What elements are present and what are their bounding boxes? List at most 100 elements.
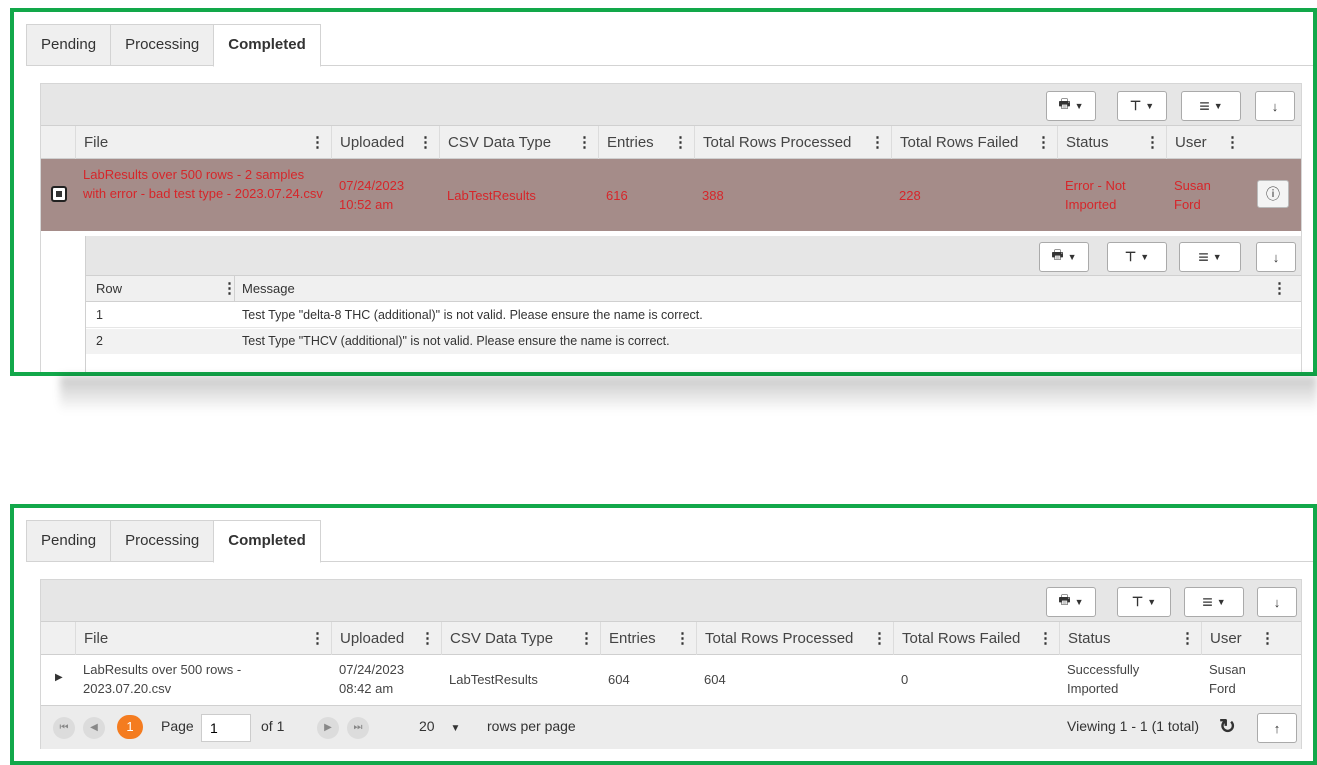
tab-pending[interactable]: Pending	[26, 520, 111, 562]
col-header-total-failed[interactable]: Total Rows Failed ⋮	[891, 126, 1057, 159]
col-header-total-failed[interactable]: Total Rows Failed ⋮	[893, 622, 1059, 655]
col-header-uploaded[interactable]: Uploaded ⋮	[331, 126, 439, 159]
column-menu-icon[interactable]: ⋮	[310, 622, 325, 655]
tab-processing[interactable]: Processing	[110, 520, 214, 562]
column-menu-icon[interactable]: ⋮	[1225, 126, 1240, 159]
col-header-entries[interactable]: Entries ⋮	[600, 622, 696, 655]
table-row[interactable]: ▶ LabResults over 500 rows - 2023.07.20.…	[41, 655, 1301, 705]
filter-button[interactable]: ⊤ ▼	[1117, 587, 1171, 617]
col-header-total-processed[interactable]: Total Rows Processed ⋮	[694, 126, 891, 159]
page-size-select[interactable]: 20 ▼	[419, 718, 460, 734]
columns-menu-icon: ≡	[1198, 246, 1209, 267]
sub-print-button[interactable]: 🖶 ▼	[1039, 242, 1089, 272]
column-header-row: File ⋮ Uploaded ⋮ CSV Data Type ⋮ Entries ⋮ …	[41, 622, 1301, 655]
column-menu-icon[interactable]: ⋮	[1036, 126, 1051, 159]
col-header-user[interactable]: User ⋮	[1166, 126, 1246, 159]
completed-panel-expanded: Pending Processing Completed 🖶 ▼ ⊤ ▼ ≡ ▼ ↓ …	[10, 8, 1317, 376]
col-header-entries[interactable]: Entries ⋮	[598, 126, 694, 159]
column-menu-icon[interactable]: ⋮	[577, 126, 592, 159]
col-header-uploaded[interactable]: Uploaded ⋮	[331, 622, 441, 655]
sub-columns-menu-button[interactable]: ≡ ▼	[1179, 242, 1241, 272]
error-message: Test Type "delta-8 THC (additional)" is …	[242, 308, 703, 322]
tab-completed[interactable]: Completed	[213, 520, 321, 563]
columns-menu-button[interactable]: ≡ ▼	[1181, 91, 1241, 121]
upload-button[interactable]: ↑	[1257, 713, 1297, 743]
col-header-total-processed[interactable]: Total Rows Processed ⋮	[696, 622, 893, 655]
column-menu-icon[interactable]: ⋮	[1180, 622, 1195, 655]
column-menu-icon[interactable]: ⋮	[418, 126, 433, 159]
column-menu-icon[interactable]: ⋮	[675, 622, 690, 655]
columns-menu-icon: ≡	[1199, 95, 1210, 116]
column-menu-icon[interactable]: ⋮	[1260, 622, 1275, 655]
processed-value: 604	[704, 672, 726, 687]
column-menu-icon[interactable]: ⋮	[872, 622, 887, 655]
tab-processing[interactable]: Processing	[110, 24, 214, 66]
grid-frame: 🖶 ▼ ⊤ ▼ ≡ ▼ ↓ File ⋮ Uploaded ⋮ CSV Data Type…	[40, 83, 1302, 372]
caret-down-icon: ▼	[1147, 597, 1157, 607]
column-menu-icon[interactable]: ⋮	[310, 126, 325, 159]
column-menu-icon[interactable]: ⋮	[870, 126, 885, 159]
caret-down-icon: ▼	[1212, 252, 1222, 262]
col-header-user[interactable]: User ⋮	[1201, 622, 1281, 655]
print-button[interactable]: 🖶 ▼	[1046, 91, 1096, 121]
col-header-message[interactable]: Message	[242, 276, 295, 302]
current-page-badge[interactable]: 1	[117, 715, 143, 739]
grid-toolbar: 🖶 ▼ ⊤ ▼ ≡ ▼ ↓	[41, 580, 1301, 622]
column-menu-icon[interactable]: ⋮	[673, 126, 688, 159]
caret-down-icon: ▼	[1140, 252, 1150, 262]
col-header-file[interactable]: File ⋮	[75, 622, 331, 655]
table-row[interactable]: 2 Test Type "THCV (additional)" is not v…	[86, 329, 1301, 354]
info-button[interactable]: ⓘ	[1257, 180, 1289, 208]
col-header-status[interactable]: Status ⋮	[1059, 622, 1201, 655]
viewing-summary: Viewing 1 - 1 (1 total)	[1067, 718, 1200, 734]
caret-down-icon: ▼	[1074, 101, 1084, 111]
sub-download-button[interactable]: ↓	[1256, 242, 1296, 272]
grid-frame: 🖶 ▼ ⊤ ▼ ≡ ▼ ↓ File ⋮ Uploaded ⋮ CSV Data Type…	[40, 579, 1302, 749]
rows-per-page-label: rows per page	[487, 718, 576, 734]
column-menu-icon[interactable]: ⋮	[579, 622, 594, 655]
printer-icon: 🖶	[1058, 592, 1071, 607]
refresh-icon[interactable]: ↻	[1219, 714, 1236, 739]
columns-menu-button[interactable]: ≡ ▼	[1184, 587, 1244, 617]
filter-button[interactable]: ⊤ ▼	[1117, 91, 1167, 121]
download-button[interactable]: ↓	[1255, 91, 1295, 121]
user-value: Susan Ford	[1174, 178, 1211, 212]
col-header-row[interactable]: Row	[96, 276, 122, 302]
col-header-file[interactable]: File ⋮	[75, 126, 331, 159]
tab-completed[interactable]: Completed	[213, 24, 321, 67]
caret-down-icon: ▼	[1074, 597, 1084, 607]
detail-subgrid: 🖶 ▼ ⊤ ▼ ≡ ▼ ↓ Row ⋮ Message ⋮ 1 Test Typ…	[85, 236, 1301, 372]
column-menu-icon[interactable]: ⋮	[1145, 126, 1160, 159]
user-value: Susan Ford	[1209, 662, 1246, 696]
subgrid-toolbar: 🖶 ▼ ⊤ ▼ ≡ ▼ ↓	[86, 236, 1301, 276]
collapse-icon[interactable]	[51, 186, 67, 202]
column-menu-icon[interactable]: ⋮	[1272, 276, 1287, 302]
next-page-icon[interactable]: ▶	[317, 717, 339, 739]
col-header-csv-type[interactable]: CSV Data Type ⋮	[439, 126, 598, 159]
uploaded-date: 07/24/2023 08:42 am	[339, 662, 405, 696]
page-number-input[interactable]	[201, 714, 251, 742]
pager-bar: ⏮ ◀ 1 Page of 1 ▶ ⏭ 20 ▼ rows per page V…	[41, 705, 1301, 749]
completed-panel-collapsed: Pending Processing Completed 🖶 ▼ ⊤ ▼ ≡ ▼ ↓ …	[10, 504, 1317, 765]
prev-page-icon[interactable]: ◀	[83, 717, 105, 739]
caret-down-icon: ▼	[1213, 101, 1223, 111]
info-circle-icon: ⓘ	[1266, 186, 1280, 202]
col-header-status[interactable]: Status ⋮	[1057, 126, 1166, 159]
col-header-csv-type[interactable]: CSV Data Type ⋮	[441, 622, 600, 655]
caret-down-icon: ▼	[1067, 252, 1077, 262]
expand-icon[interactable]: ▶	[55, 672, 63, 683]
columns-menu-icon: ≡	[1202, 591, 1213, 612]
table-row-error[interactable]: LabResults over 500 rows - 2 samples wit…	[41, 159, 1301, 231]
status-value: Error - Not Imported	[1065, 178, 1126, 212]
first-page-icon[interactable]: ⏮	[53, 717, 75, 739]
printer-icon: 🖶	[1058, 96, 1071, 111]
tab-bar: Pending Processing Completed	[26, 520, 321, 563]
last-page-icon[interactable]: ⏭	[347, 717, 369, 739]
sub-filter-button[interactable]: ⊤ ▼	[1107, 242, 1167, 272]
download-button[interactable]: ↓	[1257, 587, 1297, 617]
column-menu-icon[interactable]: ⋮	[420, 622, 435, 655]
column-menu-icon[interactable]: ⋮	[1038, 622, 1053, 655]
print-button[interactable]: 🖶 ▼	[1046, 587, 1096, 617]
table-row[interactable]: 1 Test Type "delta-8 THC (additional)" i…	[86, 303, 1301, 328]
tab-pending[interactable]: Pending	[26, 24, 111, 66]
